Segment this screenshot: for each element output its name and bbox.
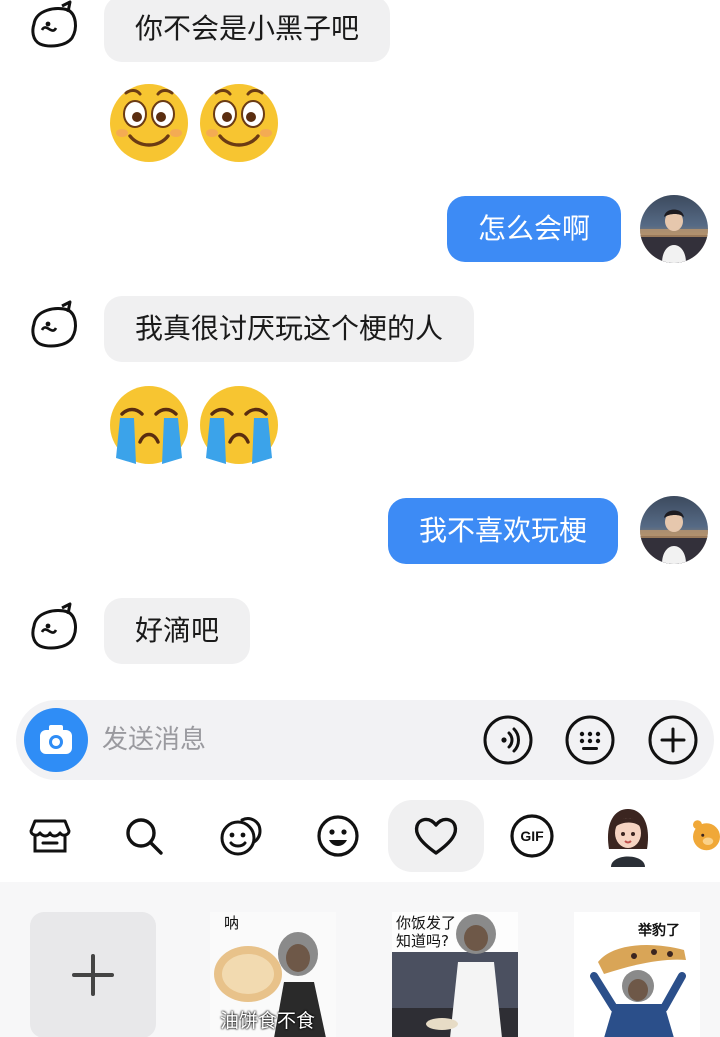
message-bubble[interactable]: 好滴吧 bbox=[104, 598, 251, 664]
search-icon bbox=[126, 818, 163, 855]
message-bubble[interactable]: 我真很讨厌玩这个梗的人 bbox=[104, 296, 475, 362]
tool-store[interactable] bbox=[14, 800, 86, 872]
add-button[interactable] bbox=[647, 714, 699, 766]
contact-avatar[interactable] bbox=[26, 602, 82, 658]
camera-icon bbox=[40, 725, 72, 754]
person-photo-icon bbox=[640, 510, 708, 564]
add-sticker-button[interactable] bbox=[30, 912, 156, 1037]
plus-icon bbox=[72, 954, 114, 996]
crying-face-icon[interactable] bbox=[196, 380, 282, 466]
message-bubble[interactable]: 怎么会啊 bbox=[447, 196, 622, 262]
voice-button[interactable] bbox=[482, 714, 534, 766]
emoji-face-icon bbox=[220, 817, 262, 856]
chat-screen: 你不会是小黑子吧 怎么会啊 我真很讨厌玩这个梗的人 我不喜欢玩梗 好滴吧 发送消… bbox=[0, 0, 720, 1037]
smile-face-icon[interactable] bbox=[196, 78, 282, 164]
tool-emoji-face[interactable] bbox=[205, 800, 277, 872]
message-bubble[interactable]: 我不喜欢玩梗 bbox=[388, 498, 619, 564]
tool-favorites[interactable] bbox=[388, 800, 484, 872]
message-text: 我不喜欢玩梗 bbox=[419, 514, 588, 547]
gif-icon: GIF bbox=[510, 814, 554, 858]
tool-gif[interactable]: GIF bbox=[496, 800, 568, 872]
tool-smile[interactable] bbox=[302, 800, 374, 872]
sticker-item[interactable]: 你饭发了知道吗? bbox=[392, 912, 518, 1037]
sticker-caption: 举豹了 bbox=[638, 923, 680, 939]
tool-search[interactable] bbox=[108, 800, 180, 872]
message-list[interactable]: 你不会是小黑子吧 怎么会啊 我真很讨厌玩这个梗的人 我不喜欢玩梗 好滴吧 bbox=[0, 0, 720, 690]
keyboard-button[interactable] bbox=[564, 714, 616, 766]
avatar-girl-icon bbox=[607, 809, 649, 867]
sticker-caption: 呐 bbox=[224, 914, 240, 932]
crying-face-icon[interactable] bbox=[106, 380, 192, 466]
message-text: 怎么会啊 bbox=[478, 212, 591, 245]
bear-icon bbox=[693, 820, 720, 851]
store-icon bbox=[29, 819, 71, 853]
person-photo-icon bbox=[640, 209, 708, 263]
gif-label: GIF bbox=[520, 828, 544, 844]
message-text: 你不会是小黑子吧 bbox=[135, 12, 360, 45]
contact-avatar[interactable] bbox=[26, 300, 82, 356]
sticker-caption: 油饼食不食 bbox=[220, 1010, 316, 1032]
message-text: 好滴吧 bbox=[135, 614, 220, 647]
smile-face-icon[interactable] bbox=[106, 78, 192, 164]
my-avatar[interactable] bbox=[640, 195, 708, 263]
sticker-image bbox=[574, 912, 700, 1037]
smile-icon bbox=[317, 815, 359, 857]
camera-button[interactable] bbox=[24, 708, 88, 772]
sticker-item[interactable]: 呐 油饼食不食 bbox=[210, 912, 336, 1037]
heart-icon bbox=[414, 817, 458, 855]
message-bubble[interactable]: 你不会是小黑子吧 bbox=[104, 0, 391, 62]
message-text: 我真很讨厌玩这个梗的人 bbox=[135, 312, 444, 345]
contact-avatar[interactable] bbox=[26, 0, 82, 56]
emoji-toolbar: GIF bbox=[0, 796, 720, 876]
tool-avatar-sticker[interactable] bbox=[592, 800, 664, 872]
sticker-caption: 你饭发了知道吗? bbox=[396, 914, 457, 950]
message-input[interactable] bbox=[102, 720, 482, 760]
sticker-item[interactable]: 举豹了 bbox=[574, 912, 700, 1037]
tool-bear-sticker[interactable] bbox=[690, 800, 720, 872]
message-input-bar bbox=[16, 700, 714, 780]
my-avatar[interactable] bbox=[640, 496, 708, 564]
sticker-panel: 呐 油饼食不食 你饭发了知道吗? 举豹了 bbox=[0, 882, 720, 1037]
